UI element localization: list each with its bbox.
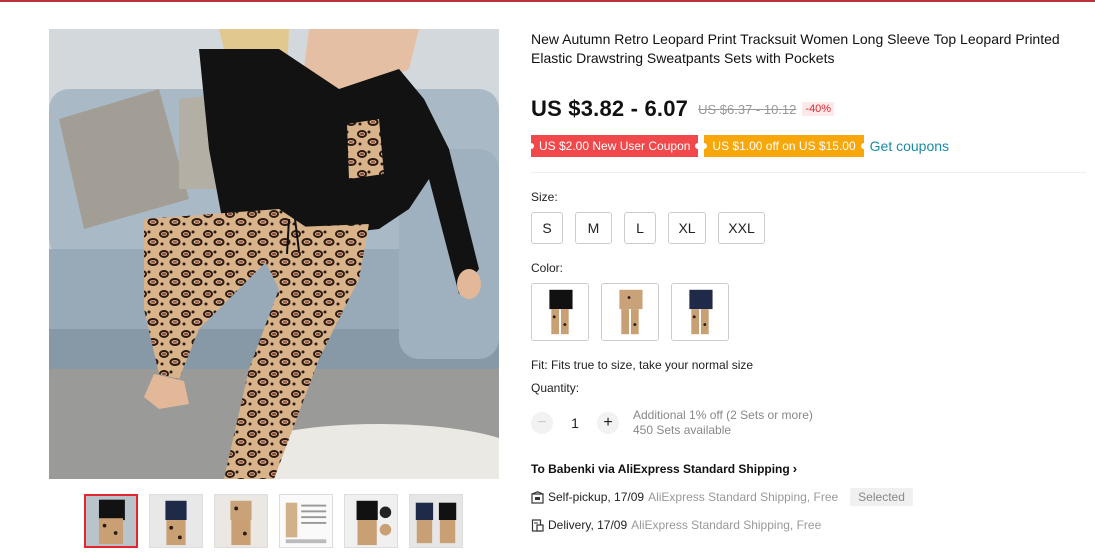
shipping-destination-text: To Babenki via AliExpress Standard Shipp… <box>531 461 790 476</box>
thumbnail-4-size-chart[interactable] <box>279 494 333 548</box>
color-option-black[interactable] <box>531 283 589 341</box>
quantity-discount-note: Additional 1% off (2 Sets or more) <box>633 408 813 422</box>
chevron-right-icon: › <box>792 461 798 476</box>
price-row: US $3.82 - 6.07 US $6.37 - 10.12 -40% <box>531 96 835 122</box>
shipping-destination-link[interactable]: To Babenki via AliExpress Standard Shipp… <box>531 461 797 476</box>
size-option-s[interactable]: S <box>531 212 563 244</box>
pickup-date: Self-pickup, 17/09 <box>548 490 645 504</box>
new-user-coupon[interactable]: US $2.00 New User Coupon <box>527 135 702 157</box>
size-option-xxl[interactable]: XXL <box>718 212 765 244</box>
original-price: US $6.37 - 10.12 <box>698 101 797 117</box>
top-accent-line <box>0 0 1095 2</box>
color-option-navy[interactable] <box>671 283 729 341</box>
thumbnail-3[interactable] <box>214 494 268 548</box>
quantity-stepper: − 1 + Additional 1% off (2 Sets or more)… <box>531 408 813 438</box>
thumbnail-6[interactable] <box>409 494 463 548</box>
delivery-icon <box>531 518 544 532</box>
color-option-khaki[interactable] <box>601 283 659 341</box>
color-label: Color: <box>531 261 564 275</box>
selected-badge: Selected <box>850 488 913 506</box>
product-title: New Autumn Retro Leopard Print Tracksuit… <box>531 31 1060 66</box>
delivery-date: Delivery, 17/09 <box>548 518 628 532</box>
main-product-image[interactable] <box>49 29 499 479</box>
thumbnail-2[interactable] <box>149 494 203 548</box>
thumbnail-5[interactable] <box>344 494 398 548</box>
store-coupon[interactable]: US $1.00 off on US $15.00 <box>701 135 867 157</box>
divider <box>531 172 1086 173</box>
current-price: US $3.82 - 6.07 <box>531 96 689 121</box>
increase-quantity-button[interactable]: + <box>597 412 619 434</box>
thumbnail-1[interactable] <box>84 494 138 548</box>
size-option-xl[interactable]: XL <box>668 212 706 244</box>
size-options: S M L XL XXL <box>531 212 777 244</box>
color-options <box>531 283 741 341</box>
pickup-method: AliExpress Standard Shipping, Free <box>648 490 839 504</box>
delivery-method: AliExpress Standard Shipping, Free <box>631 518 822 532</box>
get-coupons-link[interactable]: Get coupons <box>870 138 949 154</box>
stock-available: 450 Sets available <box>633 423 732 437</box>
quantity-label: Quantity: <box>531 381 580 395</box>
quantity-info: Additional 1% off (2 Sets or more) 450 S… <box>633 408 813 438</box>
fit-note: Fit: Fits true to size, take your normal… <box>531 358 754 372</box>
coupon-row: US $2.00 New User Coupon US $1.00 off on… <box>527 135 949 157</box>
pickup-box-icon <box>531 490 544 504</box>
discount-badge: -40% <box>802 102 835 116</box>
quantity-value[interactable]: 1 <box>553 415 597 431</box>
decrease-quantity-button[interactable]: − <box>531 412 553 434</box>
self-pickup-option[interactable]: Self-pickup, 17/09 AliExpress Standard S… <box>531 488 913 506</box>
size-option-m[interactable]: M <box>575 212 612 244</box>
size-label: Size: <box>531 190 558 204</box>
delivery-option[interactable]: Delivery, 17/09 AliExpress Standard Ship… <box>531 518 821 532</box>
size-option-l[interactable]: L <box>624 212 656 244</box>
